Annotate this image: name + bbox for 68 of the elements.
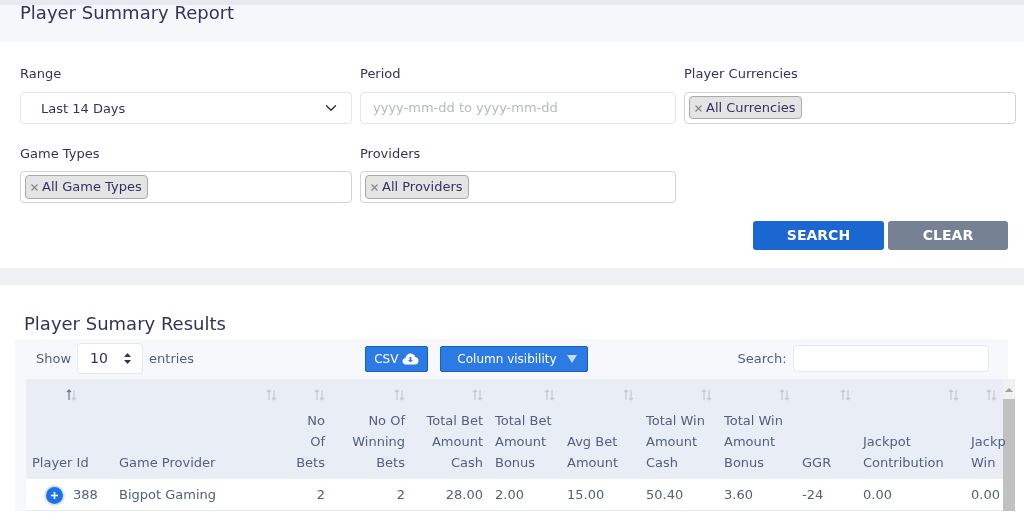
column-header[interactable]: Total Win Amount Cash [640, 378, 718, 479]
table-cell: -24 [796, 478, 857, 511]
field-label: Player Currencies [684, 65, 798, 83]
column-header[interactable]: Game Provider [113, 378, 283, 479]
table-cell: 0.00 [857, 478, 965, 511]
clear-button[interactable]: CLEAR [888, 221, 1008, 250]
column-visibility-button[interactable]: Column visibility [440, 345, 588, 372]
caret-icon [566, 354, 577, 363]
column-header[interactable]: Jackpot Contribution [857, 378, 965, 479]
column-header[interactable]: No Of Winning Bets [331, 378, 411, 479]
sort-icon [623, 388, 634, 401]
column-header[interactable]: Total Win Amount Bonus [718, 378, 796, 479]
plus-icon [50, 490, 59, 500]
sort-icon [986, 388, 997, 401]
scrollbar[interactable] [1003, 378, 1015, 512]
column-header[interactable]: Jackp Win [965, 378, 1003, 479]
multi-select-field[interactable]: All Providers [360, 171, 676, 203]
multi-select-field[interactable]: All Game Types [20, 171, 352, 203]
cloud-download-icon [402, 352, 420, 365]
sort-icon [840, 388, 851, 401]
table-cell: 2 [283, 478, 331, 511]
sort-icon [948, 388, 959, 401]
search-label: Search: [737, 349, 787, 368]
column-header[interactable]: Total Bet Amount Cash [411, 378, 489, 479]
field-label: Range [20, 65, 62, 83]
table-cell: 15.00 [561, 478, 640, 511]
table-cell: 3.60 [718, 478, 796, 511]
table-cell: 2.00 [489, 478, 561, 511]
column-header[interactable]: Total Bet Amount Bonus [489, 378, 561, 479]
updown-arrows-icon [123, 352, 133, 366]
table-cell: 2 [331, 478, 411, 511]
sort-icon [66, 388, 77, 401]
column-header[interactable]: No Of Bets [283, 378, 331, 479]
sort-icon [394, 388, 405, 401]
section-title: Player Sumary Results [24, 313, 226, 335]
multi-select-field[interactable]: All Currencies [684, 91, 1016, 124]
sort-icon [472, 388, 483, 401]
selected-tag[interactable]: All Providers [365, 175, 469, 199]
table-cell: 50.40 [640, 478, 718, 511]
remove-icon[interactable] [695, 104, 702, 112]
range-select[interactable]: Last 14 Days [20, 91, 352, 124]
sort-icon [701, 388, 712, 401]
search-input[interactable] [792, 345, 989, 373]
table-cell: 28.00 [411, 478, 489, 511]
field-label: Game Types [20, 144, 100, 163]
selected-tag[interactable]: All Currencies [689, 95, 802, 120]
show-label: Show [36, 349, 72, 368]
column-header[interactable]: Player Id [26, 378, 113, 479]
selected-tag[interactable]: All Game Types [25, 175, 148, 199]
field-label: Period [360, 65, 401, 83]
entries-label: entries [149, 349, 195, 368]
remove-icon[interactable] [371, 184, 378, 192]
field-label: Providers [360, 144, 421, 163]
column-header[interactable]: GGR [796, 378, 857, 479]
table-cell: Bigpot Gaming [113, 478, 283, 511]
date-range-input[interactable]: yyyy-mm-dd to yyyy-mm-dd [360, 91, 676, 124]
remove-icon[interactable] [31, 184, 38, 192]
sort-icon [314, 388, 325, 401]
search-button[interactable]: SEARCH [753, 221, 884, 250]
csv-button[interactable]: CSV [365, 345, 429, 372]
sort-icon [779, 388, 790, 401]
table-cell: 0.00 [965, 478, 1003, 511]
column-header[interactable]: Avg Bet Amount [561, 378, 640, 479]
sort-icon [266, 388, 277, 401]
table-cell: 388 [73, 486, 98, 502]
expand-button[interactable] [46, 486, 63, 504]
sort-icon [544, 388, 555, 401]
page-size-select[interactable]: 10 [77, 343, 144, 375]
